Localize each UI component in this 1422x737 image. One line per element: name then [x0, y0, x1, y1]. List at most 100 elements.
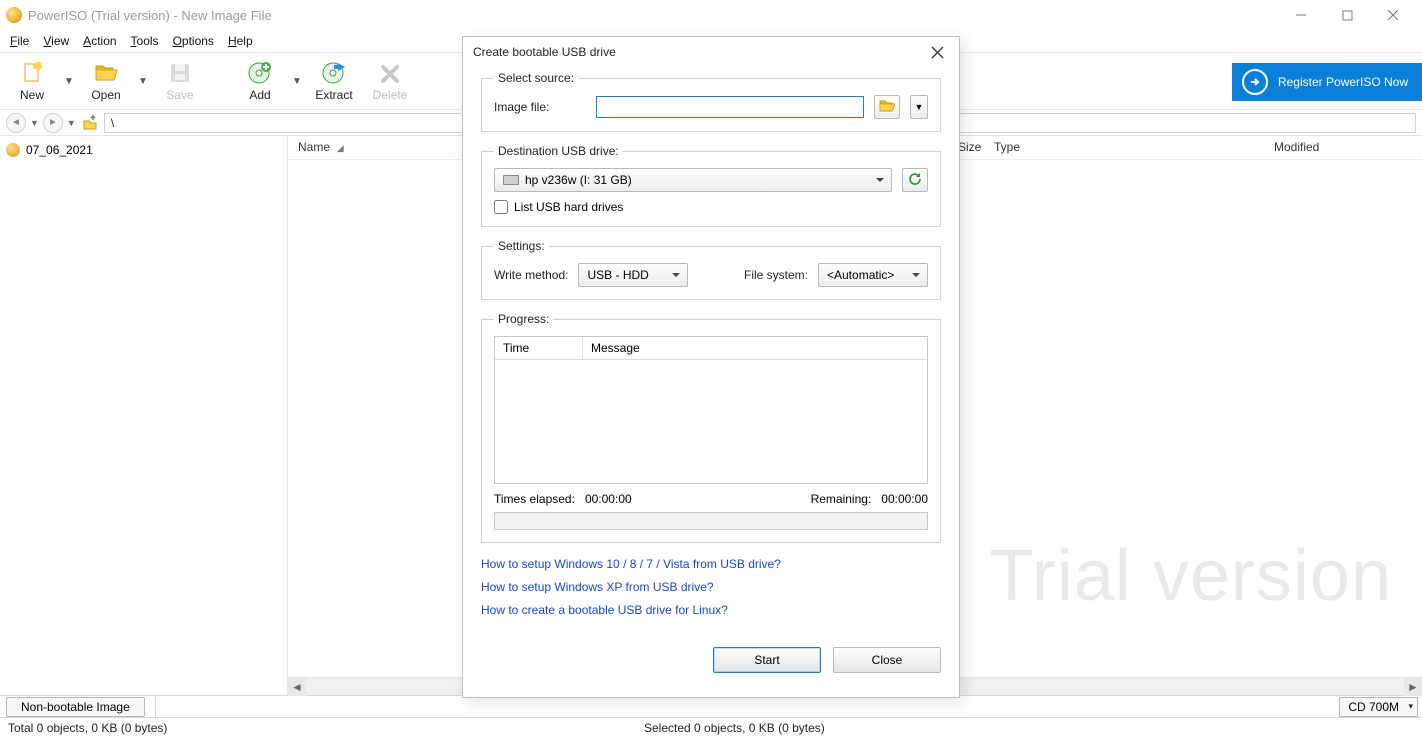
- link-win10[interactable]: How to setup Windows 10 / 8 / 7 / Vista …: [481, 555, 941, 574]
- legend-destination: Destination USB drive:: [494, 144, 623, 158]
- close-button[interactable]: [1370, 0, 1416, 30]
- combo-destination-value: hp v236w (I: 31 GB): [525, 173, 632, 187]
- progress-log-table: Time Message: [494, 336, 928, 484]
- col-type[interactable]: Type: [984, 136, 1264, 159]
- image-file-history-dropdown[interactable]: ▼: [910, 95, 928, 119]
- progress-bar: [494, 512, 928, 530]
- help-links: How to setup Windows 10 / 8 / 7 / Vista …: [481, 555, 941, 621]
- group-progress: Progress: Time Message Times elapsed: 00…: [481, 312, 941, 543]
- dialog-create-bootable-usb: Create bootable USB drive Select source:…: [462, 36, 960, 698]
- label-write-method: Write method:: [494, 268, 568, 282]
- value-remaining: 00:00:00: [881, 492, 928, 506]
- dialog-title: Create bootable USB drive: [473, 45, 616, 59]
- tool-label: Add: [249, 88, 270, 102]
- nav-back-button[interactable]: ◄: [6, 113, 26, 133]
- combo-destination-drive[interactable]: hp v236w (I: 31 GB): [494, 168, 892, 192]
- nav-forward-button[interactable]: ►: [43, 113, 63, 133]
- usb-drive-icon: [503, 175, 519, 185]
- legend-settings: Settings:: [494, 239, 549, 253]
- combo-write-method[interactable]: USB - HDD: [578, 263, 688, 287]
- scroll-right-icon[interactable]: ►: [1404, 678, 1422, 696]
- sort-asc-icon: ◢: [337, 143, 344, 153]
- tool-open[interactable]: Open: [80, 55, 132, 107]
- group-settings: Settings: Write method: USB - HDD File s…: [481, 239, 941, 300]
- menu-help[interactable]: Help: [228, 34, 253, 48]
- boot-type-button[interactable]: Non-bootable Image: [6, 697, 145, 717]
- nav-back-history[interactable]: ▼: [30, 118, 39, 128]
- group-select-source: Select source: Image file: ▼: [481, 71, 941, 132]
- folder-open-icon: [879, 99, 895, 116]
- tool-new[interactable]: New: [6, 55, 58, 107]
- arrow-circle-icon: [1242, 69, 1268, 95]
- tool-delete[interactable]: Delete: [364, 55, 416, 107]
- tool-add[interactable]: Add: [234, 55, 286, 107]
- input-image-file[interactable]: [596, 96, 864, 118]
- value-elapsed: 00:00:00: [585, 492, 632, 506]
- tool-add-dropdown[interactable]: ▼: [290, 55, 304, 107]
- start-button[interactable]: Start: [713, 647, 821, 673]
- menu-tools[interactable]: Tools: [131, 34, 159, 48]
- save-icon: [166, 60, 194, 86]
- label-image-file: Image file:: [494, 100, 586, 114]
- minimize-button[interactable]: [1278, 0, 1324, 30]
- progress-col-time[interactable]: Time: [495, 337, 583, 359]
- status-total: Total 0 objects, 0 KB (0 bytes): [4, 721, 640, 735]
- nav-up-button[interactable]: [80, 113, 100, 133]
- menu-options[interactable]: Options: [173, 34, 214, 48]
- tool-label: New: [20, 88, 44, 102]
- statusbar-lower: Total 0 objects, 0 KB (0 bytes) Selected…: [0, 717, 1422, 737]
- checkbox-list-usb-hdd[interactable]: List USB hard drives: [494, 200, 928, 214]
- register-label: Register PowerISO Now: [1278, 75, 1408, 89]
- delete-icon: [376, 60, 404, 86]
- refresh-drives-button[interactable]: [902, 168, 928, 192]
- tree-node-label: 07_06_2021: [26, 143, 93, 157]
- status-selected: Selected 0 objects, 0 KB (0 bytes): [640, 721, 829, 735]
- extract-icon: [320, 60, 348, 86]
- combo-file-system[interactable]: <Automatic>: [818, 263, 928, 287]
- tree-pane: 07_06_2021: [0, 136, 288, 695]
- app-icon: [6, 7, 22, 23]
- label-file-system: File system:: [744, 268, 808, 282]
- add-icon: [246, 60, 274, 86]
- link-winxp[interactable]: How to setup Windows XP from USB drive?: [481, 578, 941, 597]
- link-linux[interactable]: How to create a bootable USB drive for L…: [481, 601, 941, 620]
- new-file-icon: [18, 60, 46, 86]
- tool-label: Delete: [373, 88, 408, 102]
- menu-file[interactable]: File: [10, 34, 29, 48]
- browse-image-button[interactable]: [874, 95, 900, 119]
- tool-label: Save: [166, 88, 193, 102]
- label-elapsed: Times elapsed:: [494, 492, 575, 506]
- legend-source: Select source:: [494, 71, 578, 85]
- menu-view[interactable]: View: [43, 34, 69, 48]
- window-title: PowerISO (Trial version) - New Image Fil…: [28, 8, 272, 23]
- dialog-titlebar: Create bootable USB drive: [463, 37, 959, 67]
- tree-root-node[interactable]: 07_06_2021: [6, 140, 281, 160]
- checkbox-list-usb-hdd-input[interactable]: [494, 200, 508, 214]
- legend-progress: Progress:: [494, 312, 553, 326]
- open-folder-icon: [92, 60, 120, 86]
- tool-new-dropdown[interactable]: ▼: [62, 55, 76, 107]
- checkbox-label: List USB hard drives: [514, 200, 623, 214]
- maximize-button[interactable]: [1324, 0, 1370, 30]
- scroll-left-icon[interactable]: ◄: [288, 678, 306, 696]
- tool-label: Extract: [315, 88, 352, 102]
- watermark-text: Trial version: [990, 535, 1392, 617]
- group-destination: Destination USB drive: hp v236w (I: 31 G…: [481, 144, 941, 227]
- label-remaining: Remaining:: [811, 492, 872, 506]
- tool-open-dropdown[interactable]: ▼: [136, 55, 150, 107]
- disc-icon: [6, 143, 20, 157]
- titlebar: PowerISO (Trial version) - New Image Fil…: [0, 0, 1422, 30]
- close-dialog-button[interactable]: Close: [833, 647, 941, 673]
- menu-action[interactable]: Action: [83, 34, 116, 48]
- tool-save[interactable]: Save: [154, 55, 206, 107]
- register-banner[interactable]: Register PowerISO Now: [1232, 63, 1422, 101]
- nav-forward-history[interactable]: ▼: [67, 118, 76, 128]
- progress-col-message[interactable]: Message: [583, 337, 648, 359]
- refresh-icon: [908, 172, 922, 189]
- col-modified[interactable]: Modified: [1264, 136, 1422, 159]
- dialog-close-button[interactable]: [925, 40, 949, 64]
- tool-extract[interactable]: Extract: [308, 55, 360, 107]
- media-size-combo[interactable]: CD 700M: [1339, 697, 1418, 717]
- tool-label: Open: [91, 88, 120, 102]
- statusbar-upper: Non-bootable Image CD 700M: [0, 695, 1422, 717]
